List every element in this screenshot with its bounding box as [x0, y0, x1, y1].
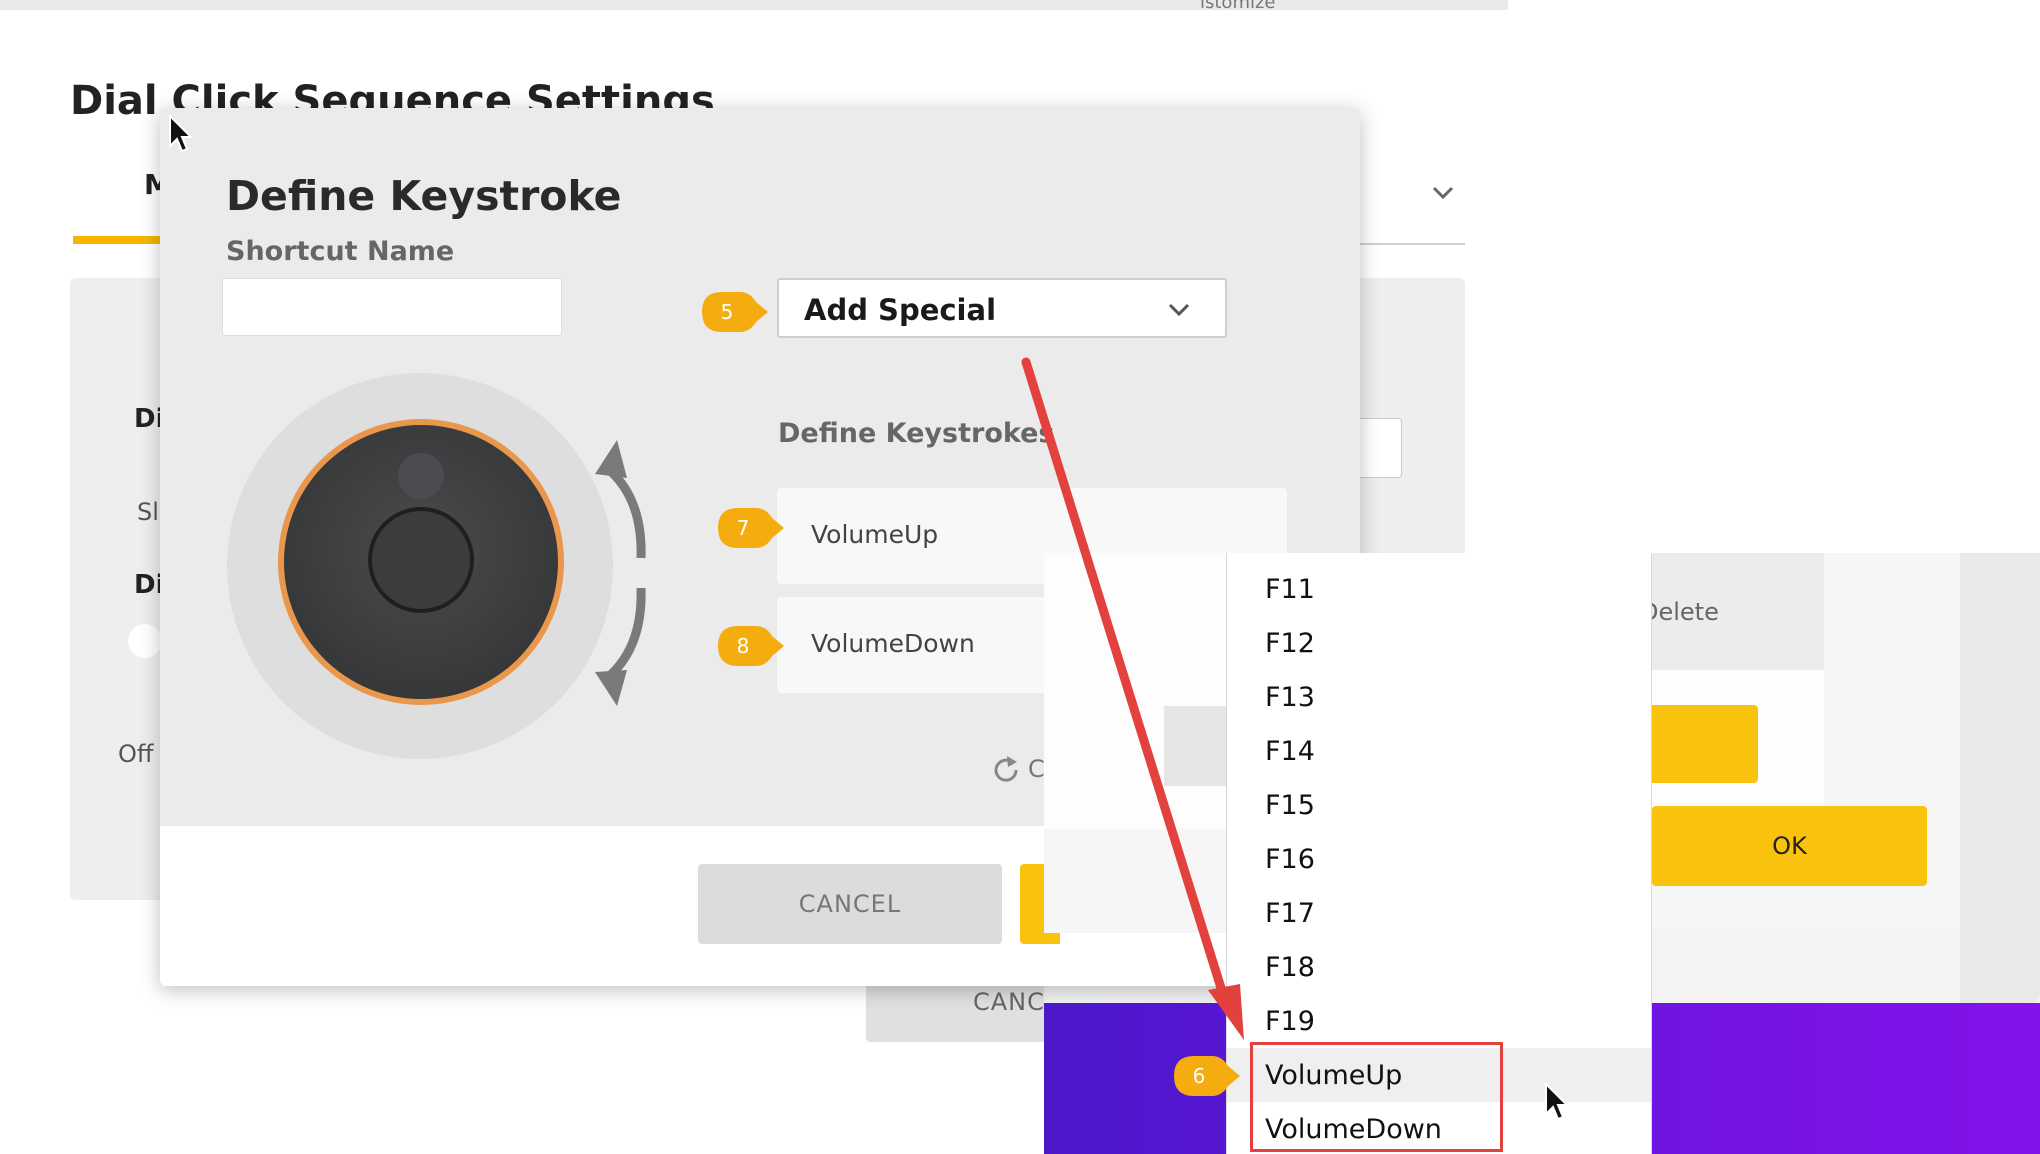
dropdown-item[interactable]: F12 — [1227, 616, 1651, 670]
callout-number: 7 — [736, 516, 750, 540]
clear-button-label[interactable]: C — [1028, 755, 1045, 783]
callout-number: 5 — [720, 300, 734, 324]
refresh-icon[interactable] — [990, 754, 1022, 786]
annotation-highlight-box — [1250, 1042, 1503, 1152]
ok-button-label: OK — [1772, 832, 1807, 860]
ok-button[interactable]: OK — [1652, 806, 1927, 886]
chevron-down-icon[interactable] — [1428, 178, 1458, 208]
behind-dialog-button-edge — [1164, 706, 1226, 786]
callout-number: 8 — [736, 634, 750, 658]
rotation-arrows-icon — [595, 440, 646, 706]
dropdown-item[interactable]: F16 — [1227, 832, 1651, 886]
dropdown-item[interactable]: F15 — [1227, 778, 1651, 832]
dropdown-item[interactable]: F14 — [1227, 724, 1651, 778]
behind-dialog-lower-strip — [1044, 829, 1226, 933]
keystroke-label: VolumeUp — [811, 520, 939, 549]
mouse-cursor-icon — [1545, 1082, 1570, 1121]
shortcut-name-input[interactable] — [222, 278, 562, 336]
dialog-title: Define Keystroke — [226, 172, 622, 220]
background-toggle[interactable] — [128, 624, 162, 658]
dropdown-item[interactable]: F11 — [1227, 562, 1651, 616]
mouse-cursor-icon — [169, 114, 194, 153]
keystroke-label: VolumeDown — [811, 629, 975, 658]
add-special-select[interactable]: Add Special — [777, 278, 1227, 338]
add-special-label: Add Special — [804, 293, 997, 327]
active-tab-underline — [73, 236, 173, 244]
cancel-button[interactable]: CANCEL — [698, 864, 1002, 944]
define-keystrokes-label: Define Keystrokes — [778, 418, 1055, 449]
behind-window-edge — [1960, 553, 2040, 1003]
background-label-sl: Sl — [137, 498, 159, 526]
background-label-off: Off — [118, 740, 154, 768]
dial-indicator — [398, 453, 444, 499]
behind-dialog-left-strip — [1044, 553, 1226, 829]
dial-center-button — [368, 507, 474, 613]
dropdown-item[interactable]: F18 — [1227, 940, 1651, 994]
dropdown-item[interactable]: F19 — [1227, 994, 1651, 1048]
screenshot-root: istomize Dial Click Sequence Settings M … — [0, 0, 2040, 1154]
shortcut-name-label: Shortcut Name — [226, 236, 455, 267]
callout-number: 6 — [1192, 1064, 1206, 1088]
background-window-titlebar — [0, 0, 1508, 10]
chevron-down-icon — [1168, 303, 1190, 317]
dropdown-item[interactable]: F13 — [1227, 670, 1651, 724]
dropdown-item[interactable]: F17 — [1227, 886, 1651, 940]
cancel-button-label: CANCEL — [798, 890, 902, 918]
